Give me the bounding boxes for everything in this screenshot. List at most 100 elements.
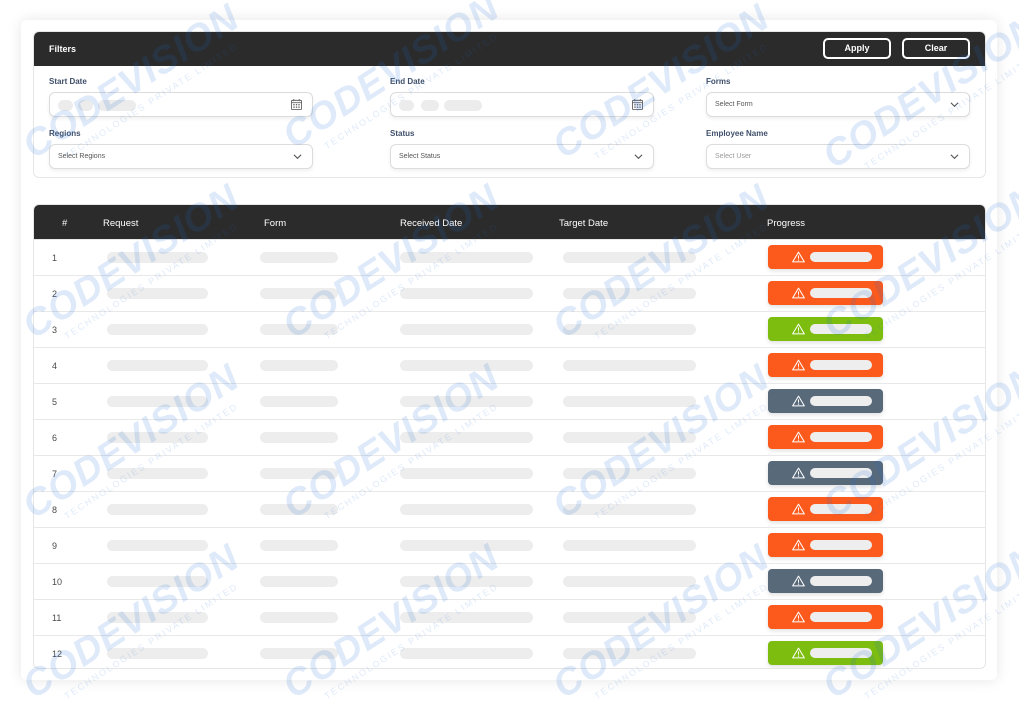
progress-badge[interactable] xyxy=(768,533,883,557)
target-date-cell-placeholder xyxy=(563,504,696,515)
progress-bar-track xyxy=(810,648,872,658)
received-date-cell-placeholder xyxy=(400,324,533,335)
clear-button[interactable]: Clear xyxy=(902,38,970,59)
target-date-cell-placeholder xyxy=(563,288,696,299)
warning-triangle-icon xyxy=(792,251,805,263)
request-cell-placeholder xyxy=(107,396,208,407)
date-placeholder-pill xyxy=(444,100,482,111)
row-number: 5 xyxy=(52,397,58,407)
received-date-cell-placeholder xyxy=(400,252,533,263)
table-row[interactable]: 5 xyxy=(34,383,985,419)
warning-triangle-icon xyxy=(792,287,805,299)
status-select[interactable]: Select Status xyxy=(390,144,654,169)
table-row[interactable]: 11 xyxy=(34,599,985,635)
received-date-cell-placeholder xyxy=(400,360,533,371)
filters-header: Filters Apply Clear xyxy=(34,32,985,66)
target-date-cell-placeholder xyxy=(563,324,696,335)
progress-badge[interactable] xyxy=(768,605,883,629)
chevron-down-icon xyxy=(950,154,959,160)
table-row[interactable]: 10 xyxy=(34,563,985,599)
column-header-target-date: Target Date xyxy=(559,218,609,229)
employee-name-label: Employee Name xyxy=(706,129,768,138)
received-date-cell-placeholder xyxy=(400,648,533,659)
employee-select[interactable]: Select User xyxy=(706,144,970,169)
table-row[interactable]: 7 xyxy=(34,455,985,491)
table-row[interactable]: 9 xyxy=(34,527,985,563)
warning-triangle-icon xyxy=(792,395,805,407)
request-cell-placeholder xyxy=(107,540,208,551)
calendar-icon[interactable] xyxy=(291,99,302,110)
date-placeholder-pill xyxy=(98,100,136,111)
forms-select[interactable]: Select Form xyxy=(706,92,970,117)
requests-table: # Request Form Received Date Target Date… xyxy=(33,204,986,669)
target-date-cell-placeholder xyxy=(563,576,696,587)
row-number: 9 xyxy=(52,541,58,551)
target-date-cell-placeholder xyxy=(563,540,696,551)
column-header-received-date: Received Date xyxy=(400,218,463,229)
warning-triangle-icon xyxy=(792,431,805,443)
target-date-cell-placeholder xyxy=(563,432,696,443)
form-cell-placeholder xyxy=(260,324,338,335)
table-row[interactable]: 3 xyxy=(34,311,985,347)
progress-badge[interactable] xyxy=(768,461,883,485)
status-select-value: Select Status xyxy=(399,153,441,160)
received-date-cell-placeholder xyxy=(400,504,533,515)
apply-button[interactable]: Apply xyxy=(823,38,891,59)
received-date-cell-placeholder xyxy=(400,468,533,479)
progress-badge[interactable] xyxy=(768,641,883,665)
date-placeholder-pill xyxy=(58,100,73,111)
target-date-cell-placeholder xyxy=(563,252,696,263)
row-number: 11 xyxy=(52,613,62,623)
table-row[interactable]: 2 xyxy=(34,275,985,311)
progress-badge[interactable] xyxy=(768,425,883,449)
table-header: # Request Form Received Date Target Date… xyxy=(34,205,985,239)
row-number: 1 xyxy=(52,253,58,263)
request-cell-placeholder xyxy=(107,504,208,515)
table-row[interactable]: 1 xyxy=(34,239,985,275)
warning-triangle-icon xyxy=(792,323,805,335)
request-cell-placeholder xyxy=(107,648,208,659)
form-cell-placeholder xyxy=(260,432,338,443)
form-cell-placeholder xyxy=(260,396,338,407)
form-cell-placeholder xyxy=(260,648,338,659)
employee-select-placeholder: Select User xyxy=(715,153,752,160)
progress-badge[interactable] xyxy=(768,497,883,521)
row-number: 12 xyxy=(52,649,63,659)
progress-badge[interactable] xyxy=(768,281,883,305)
form-cell-placeholder xyxy=(260,540,338,551)
column-header-progress: Progress xyxy=(767,218,806,229)
received-date-cell-placeholder xyxy=(400,540,533,551)
request-cell-placeholder xyxy=(107,288,208,299)
date-placeholder-pill xyxy=(421,100,439,111)
progress-badge[interactable] xyxy=(768,389,883,413)
filters-title: Filters xyxy=(49,44,77,54)
progress-badge[interactable] xyxy=(768,569,883,593)
progress-badge[interactable] xyxy=(768,317,883,341)
progress-badge[interactable] xyxy=(768,245,883,269)
start-date-field[interactable] xyxy=(49,92,313,117)
filters-panel: Filters Apply Clear Start Date End Date xyxy=(33,31,986,178)
request-cell-placeholder xyxy=(107,576,208,587)
request-cell-placeholder xyxy=(107,252,208,263)
warning-triangle-icon xyxy=(792,467,805,479)
row-number: 10 xyxy=(52,577,63,587)
received-date-cell-placeholder xyxy=(400,288,533,299)
progress-bar-track xyxy=(810,504,872,514)
date-placeholder-pill xyxy=(399,100,414,111)
form-cell-placeholder xyxy=(260,504,338,515)
table-row[interactable]: 6 xyxy=(34,419,985,455)
target-date-cell-placeholder xyxy=(563,396,696,407)
table-row[interactable]: 4 xyxy=(34,347,985,383)
calendar-icon[interactable] xyxy=(632,99,643,110)
received-date-cell-placeholder xyxy=(400,612,533,623)
regions-select[interactable]: Select Regions xyxy=(49,144,313,169)
table-row[interactable]: 8 xyxy=(34,491,985,527)
progress-bar-track xyxy=(810,576,872,586)
column-header-form: Form xyxy=(264,218,287,229)
form-cell-placeholder xyxy=(260,288,338,299)
end-date-field[interactable] xyxy=(390,92,654,117)
progress-badge[interactable] xyxy=(768,353,883,377)
column-header-number: # xyxy=(62,218,68,229)
warning-triangle-icon xyxy=(792,539,805,551)
table-row[interactable]: 12 xyxy=(34,635,985,668)
